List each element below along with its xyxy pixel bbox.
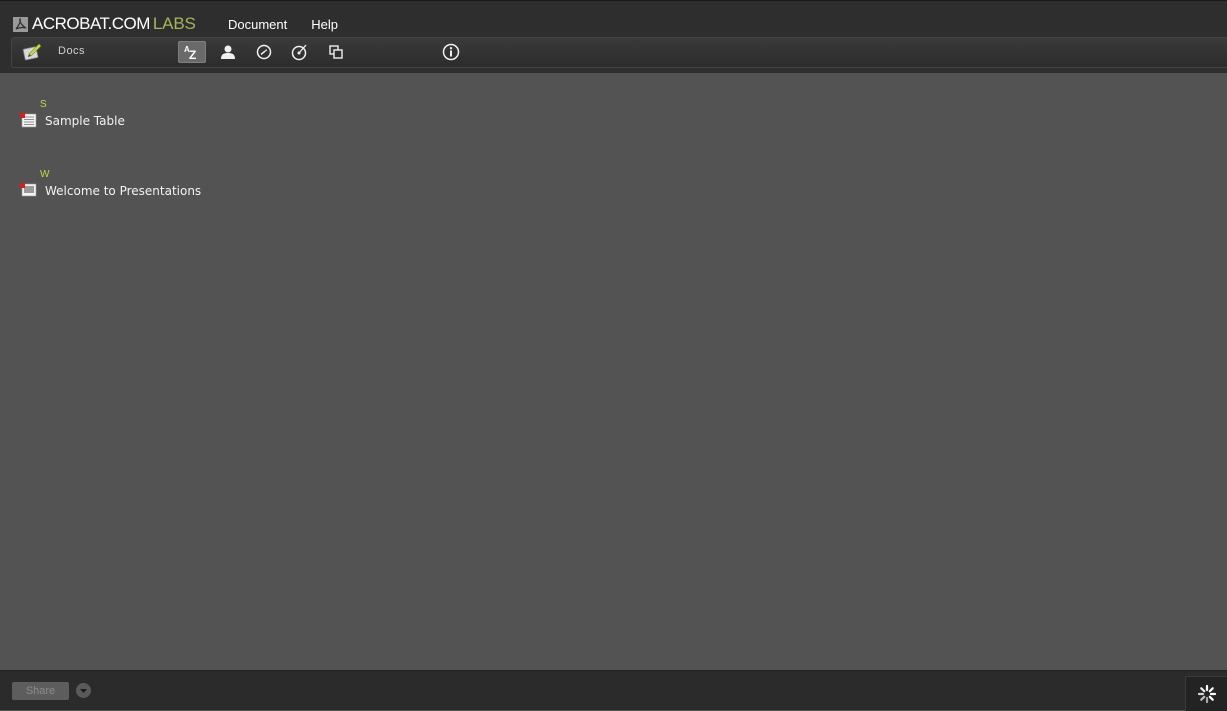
doc-name: Sample Table: [45, 113, 125, 128]
copy-windows-icon: [329, 45, 343, 59]
menu-document[interactable]: Document: [228, 17, 287, 32]
presentation-doc-icon: [20, 183, 37, 198]
svg-text:Z: Z: [189, 48, 196, 60]
chevron-down-icon: [80, 688, 87, 693]
sort-author-button[interactable]: [214, 41, 242, 63]
sort-az-icon: A Z: [184, 45, 196, 60]
document-list: S Sample Table W Welcome to Presentation…: [0, 72, 1227, 670]
disc-icon: [291, 44, 307, 61]
share-options-button[interactable]: [76, 683, 91, 698]
bottom-bar: Share: [0, 670, 1227, 711]
docs-section-label: Docs: [58, 45, 86, 57]
share-button[interactable]: Share: [12, 682, 69, 700]
brand-name: ACROBAT.COM: [32, 14, 150, 33]
group-letter-s: S: [40, 99, 47, 110]
person-icon: [221, 45, 235, 59]
table-doc-icon: [20, 113, 37, 128]
doc-item-sample-table[interactable]: Sample Table: [20, 113, 125, 128]
spinner-icon: [1197, 684, 1216, 704]
sort-az-button[interactable]: A Z: [178, 41, 206, 63]
sort-type-button[interactable]: [286, 41, 314, 63]
main-menu: Document Help: [228, 17, 362, 32]
brand-suffix: LABS: [152, 14, 196, 33]
docs-pencil-icon[interactable]: [21, 42, 43, 62]
group-letter-w: W: [40, 169, 50, 180]
docs-toolbar: Docs A Z: [11, 37, 1227, 68]
view-mode-button[interactable]: [322, 41, 350, 63]
activity-indicator: [1185, 676, 1227, 711]
info-icon: [442, 43, 460, 61]
acrobat-logo-icon: [13, 16, 28, 32]
clock-icon: [256, 44, 272, 60]
top-bar: ACROBAT.COM LABS Document Help Docs A Z: [0, 0, 1227, 73]
doc-item-welcome-to-presentations[interactable]: Welcome to Presentations: [20, 183, 201, 198]
menu-help[interactable]: Help: [311, 17, 338, 32]
sort-recent-button[interactable]: [250, 41, 278, 63]
doc-name: Welcome to Presentations: [45, 183, 202, 198]
app-brand: ACROBAT.COM LABS: [13, 13, 196, 35]
info-button[interactable]: [437, 41, 465, 63]
